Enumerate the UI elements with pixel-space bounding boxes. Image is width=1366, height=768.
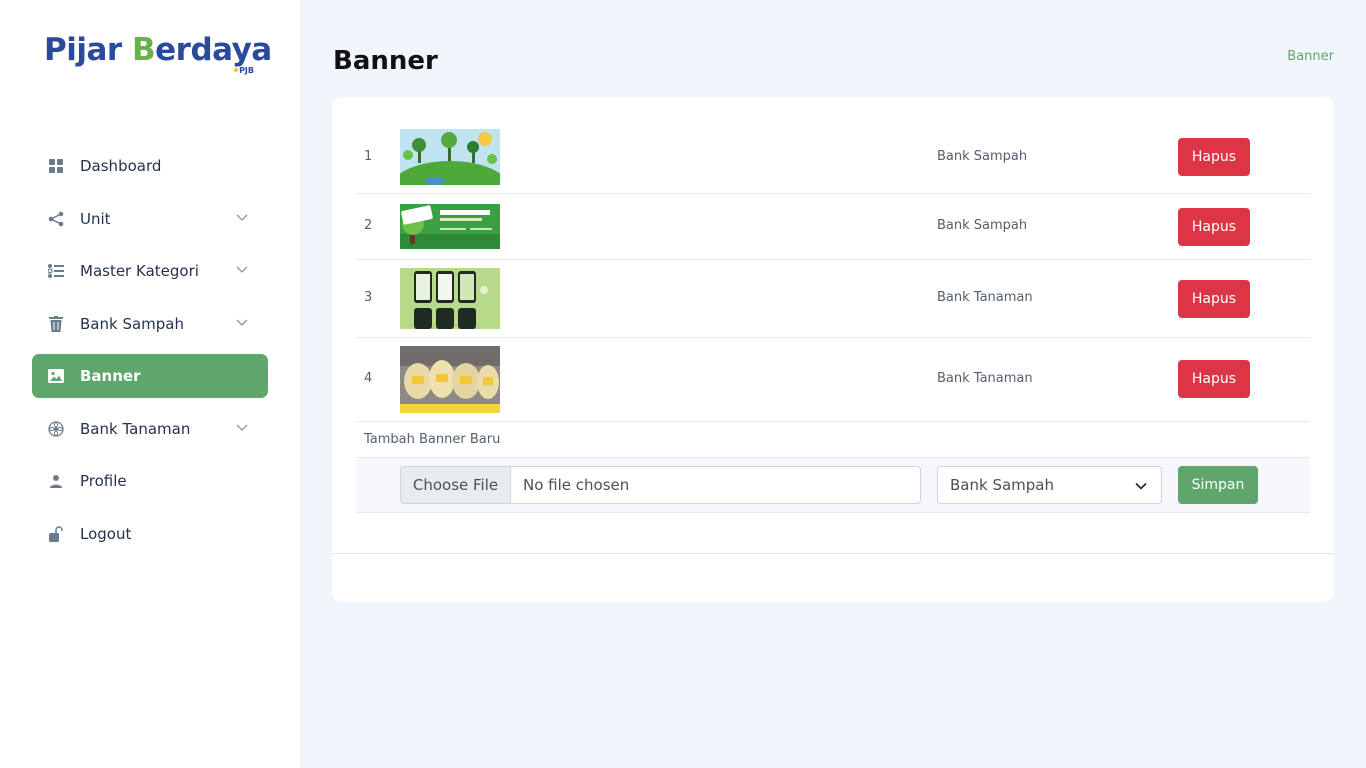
sidebar-item-banner[interactable]: Banner: [32, 354, 268, 398]
banner-thumbnail: [400, 346, 500, 413]
table-row: 1 Bank Sampah Hapus: [356, 121, 1310, 194]
app-screens-thumbnail: [400, 268, 500, 329]
chevron-down-icon: [236, 424, 248, 431]
add-banner-section: Tambah Banner Baru: [356, 422, 1310, 458]
category-select-value: Bank Sampah: [950, 476, 1054, 494]
dashboard-icon: [48, 158, 64, 174]
banner-card: 1 Bank Sampah Hapus 2 Bank Sampah Hapus …: [332, 97, 1334, 602]
banner-thumbnail: [400, 204, 500, 249]
file-status: No file chosen: [523, 476, 630, 494]
row-number: 2: [364, 218, 373, 233]
image-icon: [48, 368, 64, 384]
row-number: 4: [364, 371, 373, 386]
trash-icon: [48, 315, 64, 332]
brand-name: Pijar Berdaya: [44, 32, 272, 68]
choose-file-button[interactable]: Choose File: [401, 467, 511, 503]
sidebar-item-label: Unit: [80, 209, 111, 228]
card-divider: [332, 553, 1334, 554]
flower-icon: [48, 420, 64, 437]
table-row: 3 Bank Tanaman Hapus: [356, 260, 1310, 338]
row-number: 3: [364, 290, 373, 305]
sidebar-item-master-kategori[interactable]: Master Kategori: [32, 249, 268, 293]
go-green-banner-thumbnail: [400, 204, 500, 249]
row-category: Bank Sampah: [937, 149, 1028, 164]
sidebar-item-bank-tanaman[interactable]: Bank Tanaman: [32, 407, 268, 451]
unlock-icon: [48, 525, 64, 542]
page-title: Banner: [333, 46, 438, 76]
sidebar-item-dashboard[interactable]: Dashboard: [32, 144, 268, 188]
sidebar-item-label: Master Kategori: [80, 262, 199, 280]
sidebar-menu: Dashboard Unit Master Kategori Bank Samp…: [32, 144, 268, 564]
sidebar-item-profile[interactable]: Profile: [32, 459, 268, 503]
table-row: 2 Bank Sampah Hapus: [356, 194, 1310, 260]
share-icon: [48, 211, 64, 227]
sidebar-item-label: Logout: [80, 524, 132, 543]
breadcrumb[interactable]: Banner: [1287, 49, 1334, 64]
list-icon: [48, 263, 64, 279]
sidebar-item-logout[interactable]: Logout: [32, 512, 268, 556]
table-row: 4 Bank Tanaman Hapus: [356, 338, 1310, 422]
banner-thumbnail: [400, 268, 500, 329]
chevron-down-icon: [236, 214, 248, 221]
chevron-down-icon: [1135, 482, 1147, 490]
delete-button[interactable]: Hapus: [1178, 138, 1250, 176]
sidebar-item-unit[interactable]: Unit: [32, 197, 268, 241]
chevron-down-icon: [236, 319, 248, 326]
brand-logo[interactable]: Pijar Berdaya PJB: [44, 30, 272, 78]
sidebar-item-label: Profile: [80, 472, 127, 490]
sidebar-item-label: Dashboard: [80, 157, 162, 175]
category-select[interactable]: Bank Sampah: [937, 466, 1162, 504]
sidebar-item-bank-sampah[interactable]: Bank Sampah: [32, 302, 268, 346]
sidebar-item-label: Bank Sampah: [80, 314, 184, 333]
sidebar-item-label: Banner: [80, 367, 141, 385]
green-earth-thumbnail: [400, 129, 500, 185]
save-button[interactable]: Simpan: [1178, 466, 1258, 504]
add-banner-form: Choose File No file chosen Bank Sampah S…: [356, 458, 1310, 513]
add-banner-label: Tambah Banner Baru: [364, 432, 501, 447]
brand-sub: PJB: [234, 66, 254, 75]
delete-button[interactable]: Hapus: [1178, 360, 1250, 398]
chevron-down-icon: [236, 266, 248, 273]
row-category: Bank Sampah: [937, 218, 1028, 233]
banner-thumbnail: [400, 129, 500, 185]
user-icon: [48, 473, 64, 489]
delete-button[interactable]: Hapus: [1178, 280, 1250, 318]
row-category: Bank Tanaman: [937, 290, 1033, 305]
row-category: Bank Tanaman: [937, 371, 1033, 386]
sidebar-item-label: Bank Tanaman: [80, 419, 191, 438]
delete-button[interactable]: Hapus: [1178, 208, 1250, 246]
sidebar: Pijar Berdaya PJB Dashboard Unit Master …: [0, 0, 300, 768]
packaged-goods-thumbnail: [400, 346, 500, 413]
file-input[interactable]: Choose File No file chosen: [400, 466, 921, 504]
row-number: 1: [364, 149, 373, 164]
